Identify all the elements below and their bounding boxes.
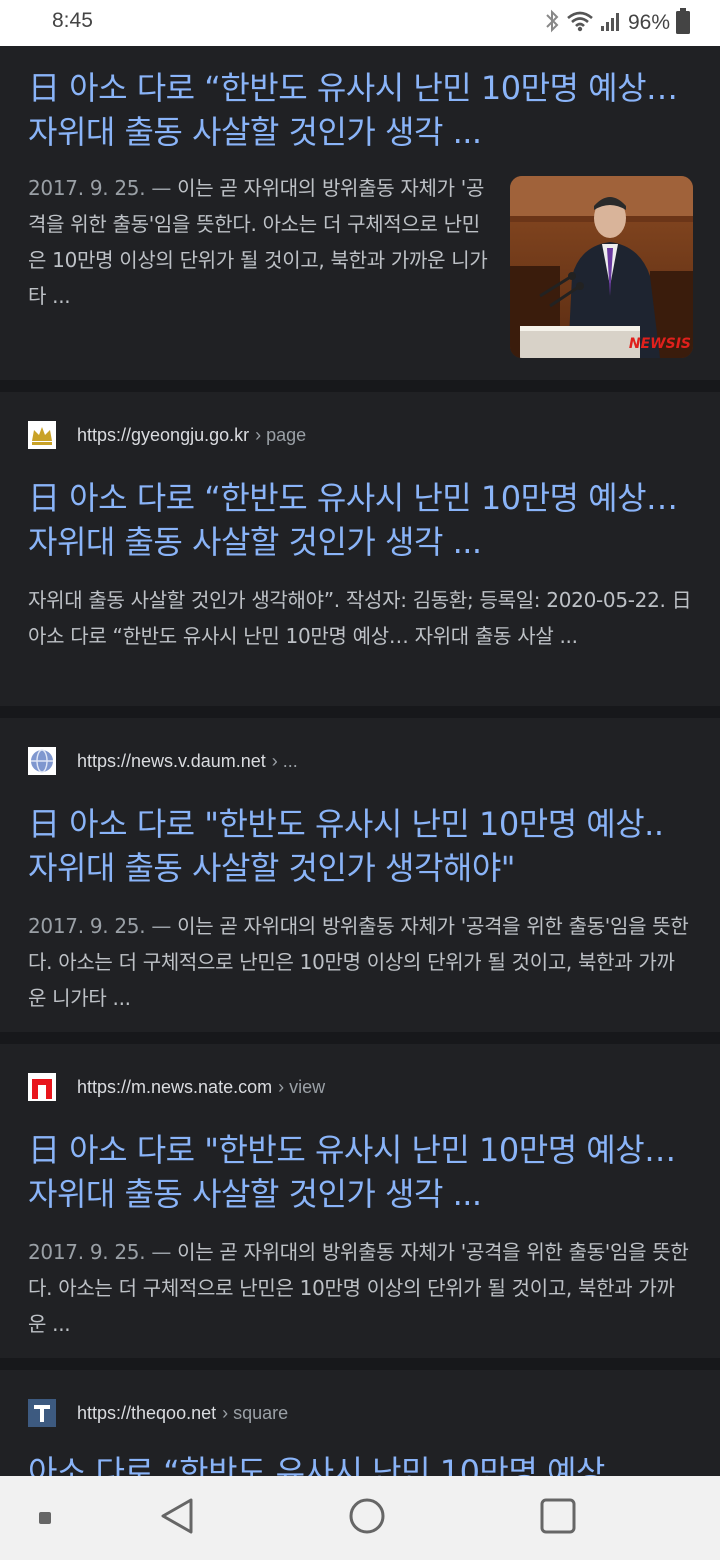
result-source[interactable]: https://news.v.daum.net › ...	[28, 746, 298, 776]
result-title-link[interactable]: 日 아소 다로 "한반도 유사시 난민 10만명 예상…자위대 출동 사살할 것…	[28, 1128, 692, 1216]
battery-percent: 96%	[627, 11, 670, 34]
system-nav-bar	[0, 1476, 720, 1560]
result-url: https://theqoo.net	[77, 1402, 217, 1423]
result-title-link[interactable]: 아소 다로 “한반도 유사시 난민 10만명 예상	[28, 1450, 692, 1476]
result-date: 2017. 9. 25. —	[28, 914, 172, 938]
result-snippet: 자위대 출동 사살할 것인가 생각해야”. 작성자: 김동환; 등록일: 202…	[28, 588, 692, 648]
result-path: › view	[278, 1076, 326, 1097]
nav-recents-button[interactable]	[538, 1498, 578, 1538]
theqoo-t-icon	[28, 1399, 56, 1427]
result-url: https://m.news.nate.com	[77, 1076, 273, 1097]
result-url: https://gyeongju.go.kr	[77, 424, 250, 445]
home-circle-icon	[349, 1498, 385, 1538]
status-bar: 8:45 96%	[0, 0, 720, 46]
search-result-card[interactable]: https://theqoo.net › square 아소 다로 “한반도 유…	[0, 1370, 720, 1476]
wifi-icon	[566, 9, 594, 37]
search-results: 日 아소 다로 “한반도 유사시 난민 10만명 예상… 자위대 출동 사살할 …	[0, 46, 720, 1476]
result-date: 2017. 9. 25. —	[28, 176, 172, 200]
result-path: › ...	[271, 750, 298, 771]
nav-menu-dot-button[interactable]	[25, 1498, 65, 1538]
result-url: https://news.v.daum.net	[77, 750, 266, 771]
result-source[interactable]: https://theqoo.net › square	[28, 1398, 288, 1428]
search-result-card[interactable]: https://m.news.nate.com › view 日 아소 다로 "…	[0, 1044, 720, 1358]
nav-back-button[interactable]	[157, 1498, 197, 1538]
globe-icon	[28, 747, 56, 775]
result-title-link[interactable]: 日 아소 다로 “한반도 유사시 난민 10만명 예상… 자위대 출동 사살할 …	[28, 66, 692, 154]
result-snippet: 2017. 9. 25. — 이는 곧 자위대의 방위출동 자체가 '공격을 위…	[28, 1234, 692, 1342]
crown-icon	[28, 421, 56, 449]
result-snippet: 2017. 9. 25. — 이는 곧 자위대의 방위출동 자체가 '공격을 위…	[28, 908, 692, 1016]
battery-icon	[676, 8, 690, 38]
result-source[interactable]: https://m.news.nate.com › view	[28, 1072, 325, 1102]
status-time: 8:45	[52, 9, 93, 32]
result-path: › page	[255, 424, 307, 445]
result-path: › square	[222, 1402, 289, 1423]
result-source[interactable]: https://gyeongju.go.kr › page	[28, 420, 306, 450]
signal-icon	[600, 9, 622, 37]
result-snippet: 2017. 9. 25. — 이는 곧 자위대의 방위출동 자체가 '공격을 위…	[28, 170, 488, 314]
recents-square-icon	[540, 1498, 576, 1538]
search-result-card[interactable]: https://news.v.daum.net › ... 日 아소 다로 "한…	[0, 718, 720, 1032]
nate-n-icon	[28, 1073, 56, 1101]
back-triangle-icon	[159, 1497, 195, 1539]
search-result-card[interactable]: 日 아소 다로 “한반도 유사시 난민 10만명 예상… 자위대 출동 사살할 …	[0, 46, 720, 380]
square-dot-icon	[39, 1509, 51, 1528]
result-date: 2017. 9. 25. —	[28, 1240, 172, 1264]
bluetooth-icon	[544, 9, 560, 37]
nav-home-button[interactable]	[347, 1498, 387, 1538]
thumbnail-watermark: NEWSIS	[629, 336, 691, 352]
result-thumbnail[interactable]: NEWSIS	[510, 176, 693, 358]
search-result-card[interactable]: https://gyeongju.go.kr › page 日 아소 다로 “한…	[0, 392, 720, 706]
result-title-link[interactable]: 日 아소 다로 "한반도 유사시 난민 10만명 예상.. 자위대 출동 사살할…	[28, 802, 692, 890]
status-icons: 96%	[544, 8, 690, 38]
result-title-link[interactable]: 日 아소 다로 “한반도 유사시 난민 10만명 예상… 자위대 출동 사살할 …	[28, 476, 692, 564]
